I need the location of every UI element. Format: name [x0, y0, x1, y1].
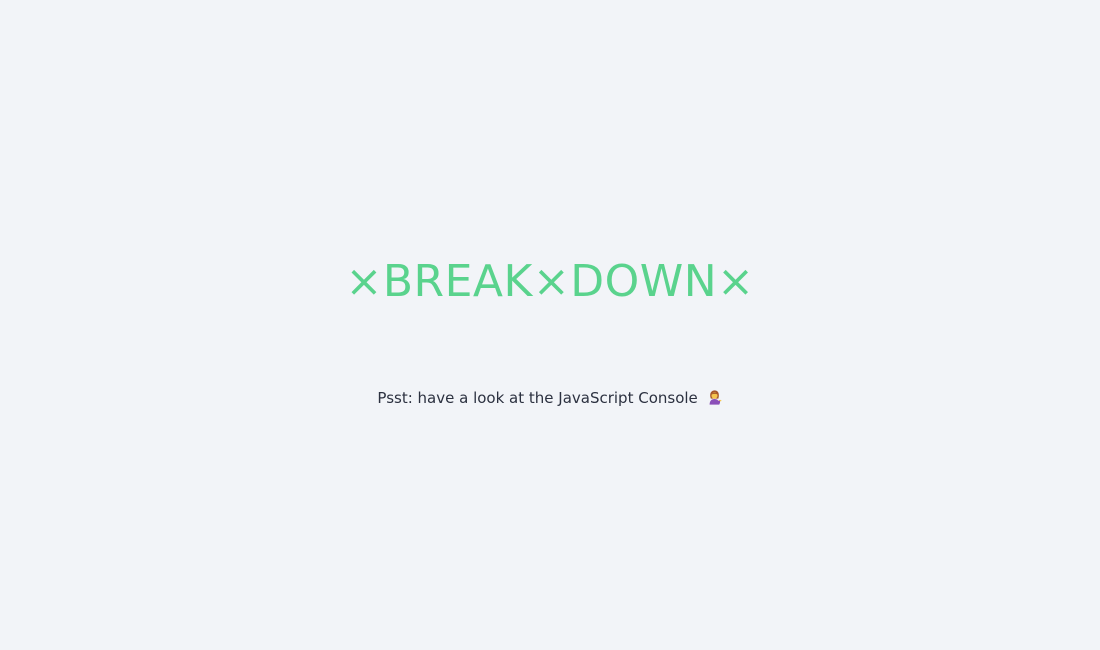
console-hint: Psst: have a look at the JavaScript Cons…: [0, 387, 1100, 409]
page: ×BREAK×DOWN× Psst: have a look at the Ja…: [0, 0, 1100, 650]
page-title: ×BREAK×DOWN×: [345, 256, 755, 307]
console-hint-text: Psst: have a look at the JavaScript Cons…: [377, 389, 698, 407]
person-tipping-hand-icon: [707, 389, 723, 405]
